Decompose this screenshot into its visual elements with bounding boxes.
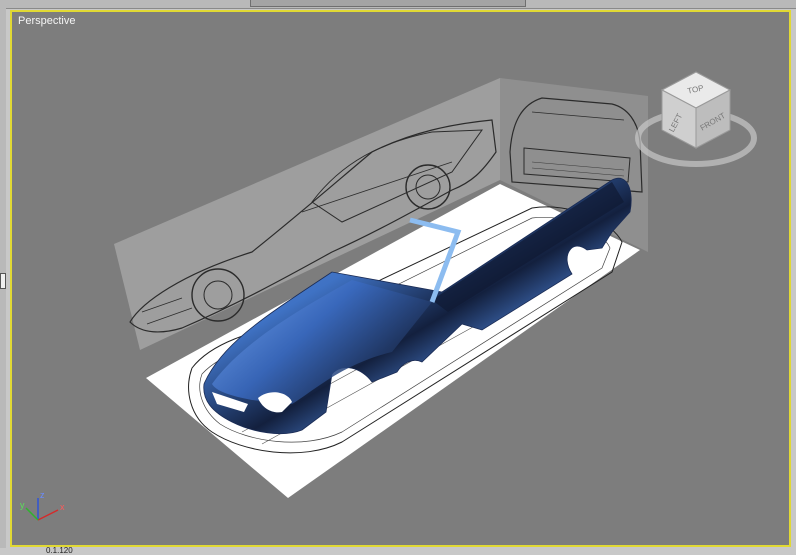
left-panel-strip xyxy=(0,8,6,552)
viewcube-box[interactable]: TOP LEFT FRONT xyxy=(660,71,732,149)
perspective-viewport[interactable]: Perspective TOP LEFT FRONT z x y xyxy=(10,10,791,547)
top-toolbar-strip xyxy=(0,0,796,9)
axis-y-label: y xyxy=(20,500,25,510)
side-tab[interactable] xyxy=(0,273,6,289)
status-value: 0.1.120 xyxy=(46,546,73,555)
timeline-slider[interactable] xyxy=(250,0,526,7)
axis-tripod-icon: z x y xyxy=(20,490,65,521)
axis-z-label: z xyxy=(40,490,45,500)
viewcube[interactable]: TOP LEFT FRONT xyxy=(634,68,760,178)
axis-x-label: x xyxy=(60,502,65,512)
bottom-status-strip: 0.1.120 xyxy=(0,546,796,555)
